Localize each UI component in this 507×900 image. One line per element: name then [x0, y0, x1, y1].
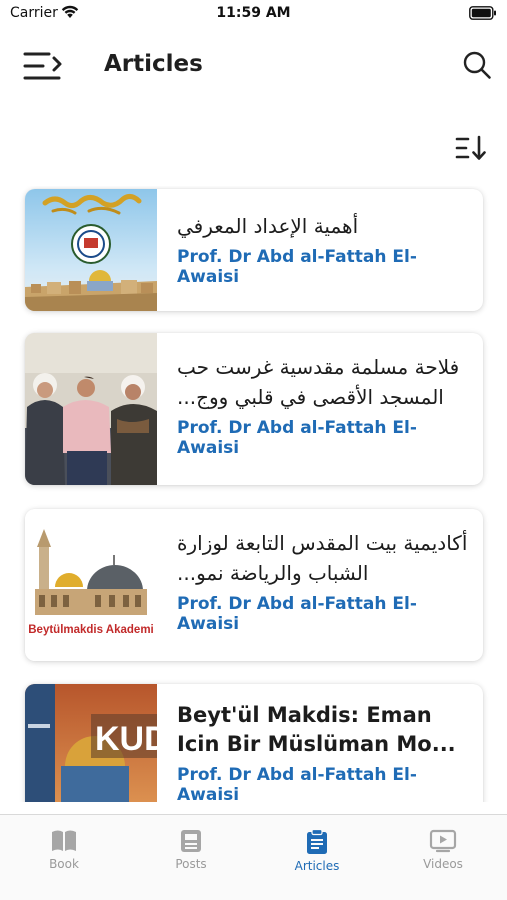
tab-label: Articles [294, 859, 340, 873]
tab-book[interactable]: Book [14, 829, 114, 871]
article-card[interactable]: KUD Beyt'ül Makdis: Eman Icin Bir Müslüm… [25, 684, 483, 802]
article-thumbnail [25, 189, 157, 311]
article-author: Prof. Dr Abd al-Fattah El-Awaisi [177, 594, 417, 634]
tab-posts[interactable]: Posts [141, 829, 241, 871]
article-author: Prof. Dr Abd al-Fattah El-Awaisi [177, 765, 417, 802]
tab-videos[interactable]: Videos [393, 829, 493, 871]
tab-label: Book [49, 857, 79, 871]
article-title: فلاحة مسلمة مقدسية غرست حب المسجد الأقصى… [177, 355, 460, 409]
article-thumbnail: Beytülmakdis Akademi [25, 509, 157, 661]
article-thumbnail: KUD [25, 684, 157, 802]
article-title: أهمية الإعداد المعرفي [177, 214, 359, 238]
tab-label: Videos [423, 857, 463, 871]
thumb-caption: KUD [95, 720, 157, 758]
menu-icon[interactable] [22, 48, 64, 84]
article-card[interactable]: Beytülmakdis Akademi أكاديمية بيت المقدس… [25, 509, 483, 661]
article-title: أكاديمية بيت المقدس التابعة لوزارة الشبا… [177, 531, 468, 585]
page-title: Articles [104, 51, 203, 77]
nav-bar: Articles [0, 38, 507, 94]
articles-list[interactable]: أهمية الإعداد المعرفي Prof. Dr Abd al-Fa… [0, 186, 507, 802]
article-author: Prof. Dr Abd al-Fattah El-Awaisi [177, 247, 417, 287]
video-icon [429, 829, 457, 853]
battery-icon [469, 6, 496, 20]
sort-icon[interactable] [455, 134, 487, 162]
book-icon [52, 830, 76, 851]
tab-label: Posts [175, 857, 207, 871]
clipboard-icon [307, 829, 327, 854]
article-author: Prof. Dr Abd al-Fattah El-Awaisi [177, 418, 417, 458]
article-card[interactable]: فلاحة مسلمة مقدسية غرست حب المسجد الأقصى… [25, 333, 483, 485]
article-title: Beyt'ül Makdis: Eman Icin Bir Müslüman M… [177, 703, 456, 756]
thumb-caption: Beytülmakdis Akademi [28, 624, 153, 636]
posts-icon [181, 830, 201, 852]
status-bar: Carrier 11:59 AM [0, 0, 507, 30]
search-icon[interactable] [462, 50, 492, 80]
status-time: 11:59 AM [216, 5, 291, 21]
tab-bar: Book Posts Articles Videos [0, 814, 507, 900]
article-thumbnail [25, 333, 157, 485]
tab-articles[interactable]: Articles [267, 829, 367, 873]
article-card[interactable]: أهمية الإعداد المعرفي Prof. Dr Abd al-Fa… [25, 189, 483, 311]
